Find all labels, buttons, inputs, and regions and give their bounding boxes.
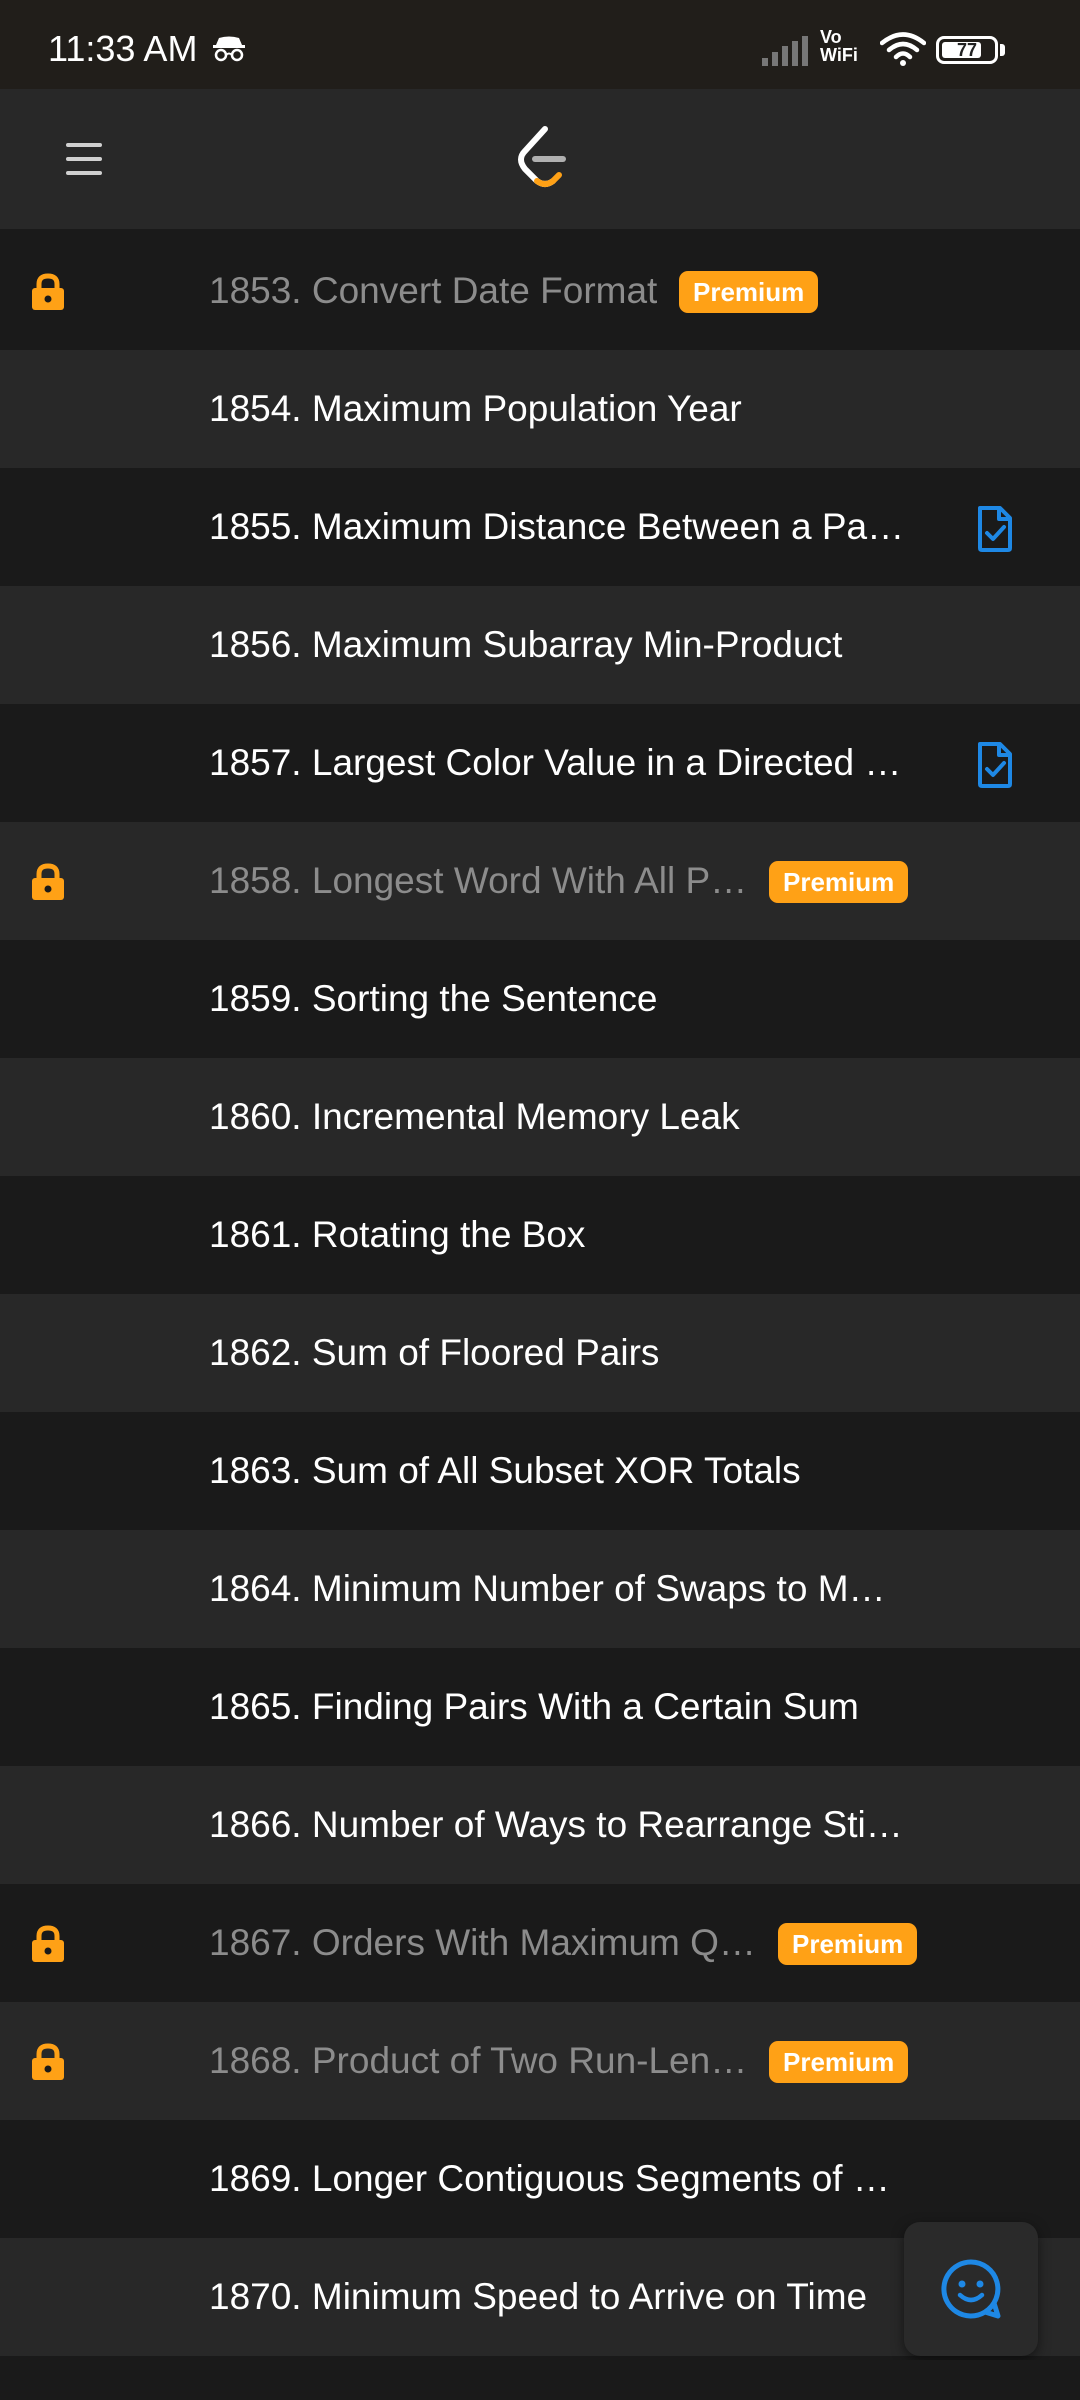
- problem-title: 1860. Incremental Memory Leak: [209, 1096, 740, 1137]
- problem-row[interactable]: 1869. Longer Contiguous Segments of …: [0, 2120, 1080, 2238]
- problem-row[interactable]: 1859. Sorting the Sentence: [0, 940, 1080, 1058]
- status-icons: Vo WiFi 77: [762, 26, 1022, 70]
- problem-row[interactable]: 1858. Longest Word With All P… Premium: [0, 822, 1080, 940]
- premium-badge: Premium: [778, 1923, 918, 1965]
- problem-title: 1861. Rotating the Box: [209, 1214, 586, 1255]
- battery-cap: [1000, 44, 1005, 56]
- premium-badge: Premium: [769, 2041, 909, 2083]
- problem-title: 1867. Orders With Maximum Q…: [209, 1922, 756, 1963]
- problem-row[interactable]: 1864. Minimum Number of Swaps to M…: [0, 1530, 1080, 1648]
- solution-article-icon[interactable]: [970, 504, 1020, 559]
- feedback-button[interactable]: [904, 2222, 1038, 2356]
- problem-title: 1862. Sum of Floored Pairs: [209, 1332, 660, 1373]
- problem-row[interactable]: 1853. Convert Date Format Premium: [0, 232, 1080, 350]
- problem-row[interactable]: 1867. Orders With Maximum Q… Premium: [0, 1884, 1080, 2002]
- status-bar: 11:33 AM Vo WiFi 77: [0, 0, 1080, 89]
- incognito-icon: [212, 34, 246, 67]
- problem-row[interactable]: 1861. Rotating the Box: [0, 1176, 1080, 1294]
- vowifi-label: Vo WiFi: [820, 27, 858, 65]
- problem-title: 1864. Minimum Number of Swaps to M…: [209, 1568, 886, 1609]
- problem-row[interactable]: 1862. Sum of Floored Pairs: [0, 1294, 1080, 1412]
- list-bottom-edge: [0, 2360, 1080, 2400]
- problem-row[interactable]: 1865. Finding Pairs With a Certain Sum: [0, 1648, 1080, 1766]
- problem-row[interactable]: 1868. Product of Two Run-Len… Premium: [0, 2002, 1080, 2120]
- problem-row[interactable]: 1866. Number of Ways to Rearrange Sti…: [0, 1766, 1080, 1884]
- problem-title: 1857. Largest Color Value in a Directed …: [209, 742, 902, 783]
- premium-badge: Premium: [769, 861, 909, 903]
- wifi-icon: [880, 32, 926, 66]
- problem-row[interactable]: 1855. Maximum Distance Between a Pa…: [0, 468, 1080, 586]
- problem-title: 1865. Finding Pairs With a Certain Sum: [209, 1686, 859, 1727]
- problem-title: 1859. Sorting the Sentence: [209, 978, 658, 1019]
- problem-title: 1863. Sum of All Subset XOR Totals: [209, 1450, 801, 1491]
- problem-row[interactable]: 1856. Maximum Subarray Min-Product: [0, 586, 1080, 704]
- problem-title: 1870. Minimum Speed to Arrive on Time: [209, 2276, 868, 2317]
- problem-title: 1855. Maximum Distance Between a Pa…: [209, 506, 905, 547]
- problem-title: 1856. Maximum Subarray Min-Product: [209, 624, 843, 665]
- problem-title: 1853. Convert Date Format: [209, 270, 658, 311]
- problem-row[interactable]: 1854. Maximum Population Year: [0, 350, 1080, 468]
- problem-title: 1868. Product of Two Run-Len…: [209, 2040, 748, 2081]
- problem-row[interactable]: 1857. Largest Color Value in a Directed …: [0, 704, 1080, 822]
- app-header: [0, 89, 1080, 229]
- problem-title: 1854. Maximum Population Year: [209, 388, 742, 429]
- feedback-smiley-icon: [941, 2259, 1001, 2319]
- status-time: 11:33 AM: [48, 28, 198, 69]
- problem-title: 1866. Number of Ways to Rearrange Sti…: [209, 1804, 903, 1845]
- problem-row[interactable]: 1863. Sum of All Subset XOR Totals: [0, 1412, 1080, 1530]
- problem-row[interactable]: 1860. Incremental Memory Leak: [0, 1058, 1080, 1176]
- problem-title: 1858. Longest Word With All P…: [209, 860, 748, 901]
- problem-list: 1853. Convert Date Format Premium 1854. Ma…: [0, 232, 1080, 2356]
- hamburger-menu-icon[interactable]: [52, 131, 118, 187]
- lock-icon: [28, 863, 68, 906]
- problem-title: 1869. Longer Contiguous Segments of …: [209, 2158, 890, 2199]
- leetcode-logo-icon[interactable]: [515, 125, 571, 194]
- lock-icon: [28, 2043, 68, 2086]
- lock-icon: [28, 1925, 68, 1968]
- battery-percent: 77: [956, 40, 978, 60]
- signal-icon: [762, 36, 808, 66]
- solution-article-icon[interactable]: [970, 740, 1020, 795]
- lock-icon: [28, 273, 68, 316]
- battery-icon: 77: [936, 36, 998, 64]
- premium-badge: Premium: [679, 271, 819, 313]
